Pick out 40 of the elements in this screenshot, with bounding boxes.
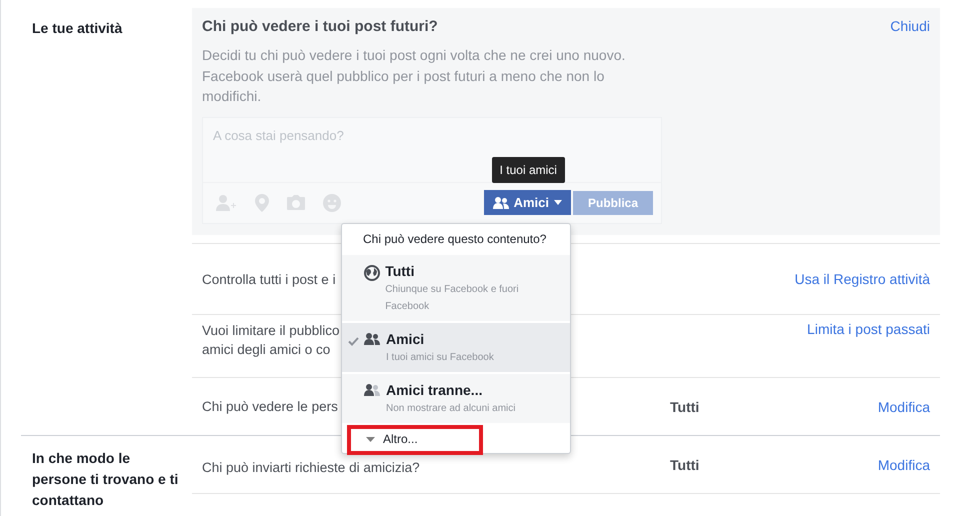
add-person-icon[interactable] [215, 194, 237, 212]
panel-description: Decidi tu chi può vedere i tuoi post ogni volta che ne crei uno nuovo. Facebook userà quel pubblico per i post futuri a meno che non lo modifichi. [202, 46, 626, 106]
panel-title: Chi può vedere i tuoi post futuri? [202, 18, 438, 35]
globe-icon [364, 265, 380, 281]
camera-icon[interactable] [287, 195, 305, 210]
setting-description: amici degli amici o co [202, 341, 330, 359]
setting-value: Tutti [670, 456, 700, 472]
setting-action-link[interactable]: Modifica [878, 456, 930, 472]
option-subtitle: Chiunque su Facebook e fuori Facebook [385, 283, 520, 314]
setting-action-link[interactable]: Modifica [878, 398, 930, 414]
caret-icon [366, 436, 375, 442]
audience-button[interactable]: Amici [484, 190, 571, 215]
setting-action-link[interactable]: Usa il Registro attività [794, 271, 930, 287]
option-subtitle: I tuoi amici su Facebook [386, 351, 494, 365]
setting-description: Chi può inviarti richieste di amicizia? [202, 460, 420, 476]
location-pin-icon[interactable] [255, 194, 269, 212]
option-title: Amici tranne... [386, 382, 484, 398]
setting-description: Controlla tutti i post e i [202, 270, 336, 288]
friends-icon [364, 333, 380, 345]
caret-icon [554, 200, 562, 205]
more-options-item[interactable]: Altro... [342, 423, 570, 453]
close-link[interactable]: Chiudi [890, 18, 930, 35]
setting-value: Tutti [670, 398, 700, 414]
smiley-icon[interactable] [323, 194, 341, 212]
option-subtitle: Non mostrare ad alcuni amici [386, 402, 516, 416]
audience-option[interactable]: Amici I tuoi amici su Facebook [342, 321, 570, 372]
setting-description: Chi può vedere le pers [202, 398, 338, 416]
tooltip: I tuoi amici [492, 157, 565, 183]
audience-option[interactable]: Tutti Chiunque su Facebook e fuori Facebook [342, 253, 570, 321]
option-title: Tutti [385, 263, 416, 279]
friends-icon [364, 384, 380, 396]
setting-description: Vuoi limitare il pubblico [202, 322, 340, 340]
setting-action-link[interactable]: Limita i post passati [807, 321, 930, 337]
audience-option[interactable]: Amici tranne... Non mostrare ad alcuni amici [342, 372, 570, 423]
checkmark-icon [348, 337, 358, 346]
section-title: In che modo le persone ti trovano e ti contattano [31, 449, 180, 510]
friends-icon [492, 196, 509, 208]
section-title: Le tue attività [31, 19, 124, 38]
option-title: Amici [386, 331, 426, 347]
menu-header: Chi può vedere questo contenuto? [362, 231, 548, 248]
